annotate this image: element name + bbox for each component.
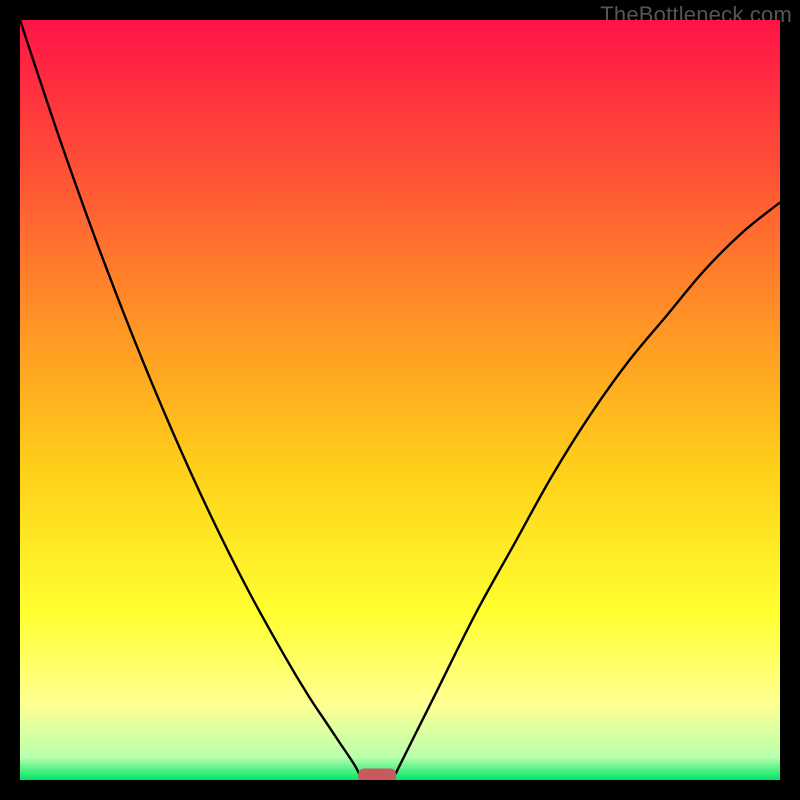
chart-plot-area: [20, 20, 780, 780]
gradient-background: [20, 20, 780, 780]
chart-svg: [20, 20, 780, 780]
optimum-marker: [358, 768, 396, 780]
outer-frame: TheBottleneck.com: [0, 0, 800, 800]
